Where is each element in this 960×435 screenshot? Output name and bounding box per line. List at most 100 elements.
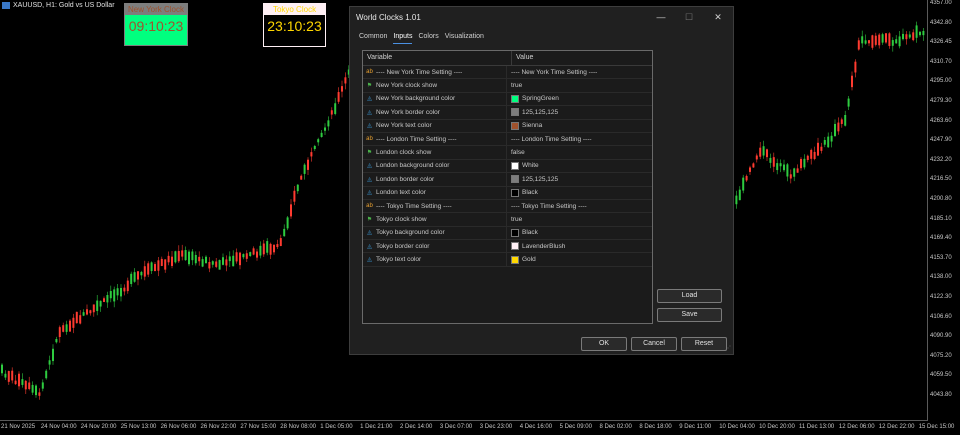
candle-body bbox=[755, 155, 758, 160]
row-value-cell[interactable]: false bbox=[507, 146, 525, 158]
row-variable: London clock show bbox=[376, 149, 432, 157]
candle-body bbox=[69, 320, 71, 332]
grid-header: Variable Value bbox=[363, 51, 652, 66]
candle-body bbox=[79, 315, 82, 324]
candle-body bbox=[154, 264, 156, 272]
table-row[interactable]: ◬ New York background color SpringGreen bbox=[363, 92, 652, 107]
price-tick-label: 4075.20 bbox=[930, 352, 952, 359]
row-variable: Tokyo clock show bbox=[376, 215, 427, 223]
candle-body bbox=[249, 252, 252, 256]
time-tick-label: 24 Nov 04:00 bbox=[40, 424, 77, 430]
row-value-cell[interactable]: 125,125,125 bbox=[507, 106, 558, 118]
row-value-cell[interactable]: Sienna bbox=[507, 120, 542, 132]
tab-inputs[interactable]: Inputs bbox=[393, 33, 413, 44]
candle-body bbox=[242, 254, 245, 258]
row-value-cell[interactable]: Gold bbox=[507, 253, 536, 265]
time-tick-label: 1 Dec 21:00 bbox=[360, 424, 393, 430]
candle-body bbox=[341, 86, 343, 92]
minimize-button[interactable]: — bbox=[653, 10, 669, 24]
candle-body bbox=[891, 40, 894, 46]
tab-visualization[interactable]: Visualization bbox=[445, 33, 484, 44]
load-button[interactable]: Load bbox=[657, 289, 722, 303]
row-variable: New York background color bbox=[376, 95, 456, 103]
color-attribute-icon: ◬ bbox=[367, 230, 372, 237]
tab-colors[interactable]: Colors bbox=[418, 33, 438, 44]
candle-body bbox=[337, 92, 340, 102]
row-value: ---- London Time Setting ---- bbox=[511, 135, 592, 143]
cancel-button[interactable]: Cancel bbox=[631, 337, 677, 351]
candle-body bbox=[330, 110, 333, 115]
row-value-cell[interactable]: ---- Tokyo Time Setting ---- bbox=[507, 200, 587, 212]
price-tick-label: 4200.80 bbox=[930, 196, 952, 202]
candle-body bbox=[864, 40, 867, 44]
ok-button[interactable]: OK bbox=[581, 337, 627, 351]
candle-body bbox=[334, 103, 337, 114]
inputs-grid[interactable]: Variable Value ab ---- New York Time Set… bbox=[362, 50, 653, 324]
row-value-cell[interactable]: White bbox=[507, 160, 539, 172]
row-value-cell[interactable]: SpringGreen bbox=[507, 93, 559, 105]
row-variable-cell: ab ---- London Time Setting ---- bbox=[363, 132, 507, 146]
row-value: LavenderBlush bbox=[522, 242, 566, 250]
candle-body bbox=[147, 263, 150, 275]
row-value-cell[interactable]: LavenderBlush bbox=[507, 240, 565, 252]
price-tick-label: 4138.00 bbox=[930, 274, 952, 281]
candle-body bbox=[738, 189, 741, 201]
candle-body bbox=[211, 261, 214, 265]
row-value-cell[interactable]: Black bbox=[507, 187, 538, 199]
candle-body bbox=[344, 77, 347, 84]
maximize-button[interactable]: ☐ bbox=[681, 10, 697, 24]
row-variable: ---- New York Time Setting ---- bbox=[376, 68, 463, 76]
row-value-cell[interactable]: ---- London Time Setting ---- bbox=[507, 133, 592, 145]
row-value-cell[interactable]: 125,125,125 bbox=[507, 173, 558, 185]
table-row[interactable]: ab ---- Tokyo Time Setting ---- ---- Tok… bbox=[363, 199, 652, 214]
row-value-cell[interactable]: Black bbox=[507, 227, 538, 239]
time-tick-label: 5 Dec 09:00 bbox=[559, 424, 592, 430]
candle-body bbox=[327, 120, 330, 127]
row-variable: London background color bbox=[376, 162, 450, 170]
row-value-cell[interactable]: true bbox=[507, 79, 522, 91]
table-row[interactable]: ⚑ New York clock show true bbox=[363, 79, 652, 93]
time-tick-label: 1 Dec 05:00 bbox=[320, 424, 353, 430]
table-row[interactable]: ◬ Tokyo text color Gold bbox=[363, 253, 652, 267]
candle-body bbox=[861, 36, 864, 44]
table-row[interactable]: ◬ London text color Black bbox=[363, 186, 652, 200]
column-header-variable[interactable]: Variable bbox=[363, 51, 512, 65]
candle-body bbox=[4, 373, 7, 378]
close-button[interactable]: ✕ bbox=[710, 10, 726, 24]
world-clocks-dialog: World Clocks 1.01 — ☐ ✕ Common Inputs Co… bbox=[349, 6, 734, 355]
table-row[interactable]: ◬ London border color 125,125,125 bbox=[363, 173, 652, 187]
table-row[interactable]: ◬ Tokyo border color LavenderBlush bbox=[363, 240, 652, 254]
candle-body bbox=[99, 300, 102, 307]
resize-grip[interactable]: ⋰ bbox=[725, 345, 731, 352]
row-value-cell[interactable]: true bbox=[507, 213, 522, 225]
dialog-tabs: Common Inputs Colors Visualization bbox=[359, 33, 484, 44]
reset-button[interactable]: Reset bbox=[681, 337, 727, 351]
flag-icon: ⚑ bbox=[366, 150, 373, 157]
row-value-cell[interactable]: ---- New York Time Setting ---- bbox=[507, 66, 597, 78]
row-variable: Tokyo border color bbox=[376, 242, 430, 250]
candle-body bbox=[317, 139, 320, 143]
table-row[interactable]: ab ---- New York Time Setting ---- ---- … bbox=[363, 66, 652, 80]
table-row[interactable]: ◬ New York text color Sienna bbox=[363, 119, 652, 133]
save-button[interactable]: Save bbox=[657, 308, 722, 322]
table-row[interactable]: ◬ London background color White bbox=[363, 159, 652, 174]
candle-body bbox=[72, 317, 75, 328]
table-row[interactable]: ◬ New York border color 125,125,125 bbox=[363, 106, 652, 120]
tab-common[interactable]: Common bbox=[359, 33, 387, 44]
candle-body bbox=[109, 291, 112, 299]
table-row[interactable]: ⚑ Tokyo clock show true bbox=[363, 213, 652, 227]
candle-body bbox=[164, 259, 167, 270]
candle-body bbox=[188, 251, 190, 265]
column-header-value[interactable]: Value bbox=[512, 51, 533, 65]
candle-body bbox=[126, 280, 129, 292]
table-row[interactable]: ◬ Tokyo background color Black bbox=[363, 226, 652, 241]
candle-body bbox=[878, 34, 881, 46]
row-variable: New York clock show bbox=[376, 82, 438, 90]
candle-body bbox=[830, 135, 833, 142]
time-tick-label: 12 Dec 22:00 bbox=[878, 424, 915, 430]
table-row[interactable]: ⚑ London clock show false bbox=[363, 146, 652, 160]
candle-body bbox=[103, 298, 105, 302]
row-variable: Tokyo background color bbox=[376, 229, 445, 237]
candle-body bbox=[11, 370, 14, 381]
table-row[interactable]: ab ---- London Time Setting ---- ---- Lo… bbox=[363, 132, 652, 147]
